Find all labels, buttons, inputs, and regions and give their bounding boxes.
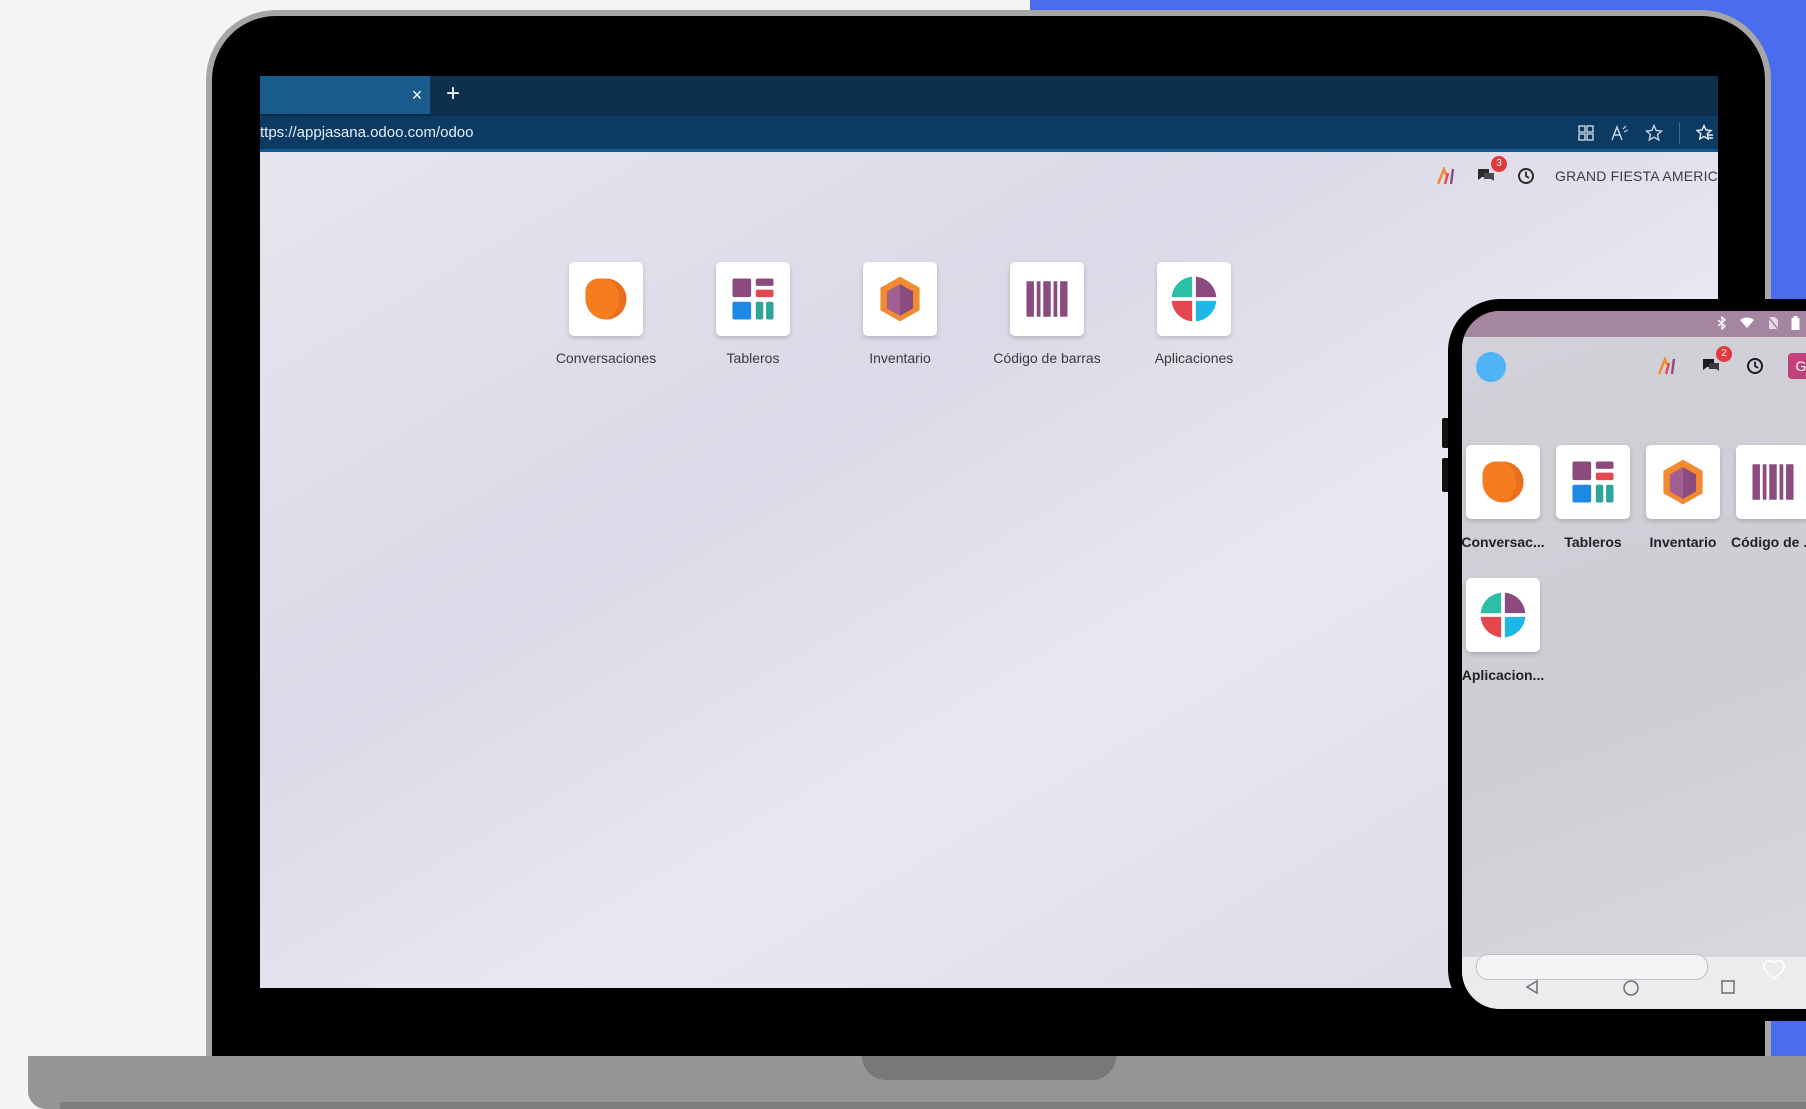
home-icon[interactable] [1622,979,1640,1002]
url-field[interactable]: ttps://appjasana.odoo.com/odoo [260,116,474,149]
clock-icon[interactable] [1744,355,1766,377]
phone-status-bar [1462,311,1806,337]
browser-tab[interactable]: × [260,76,430,114]
divider [1679,121,1680,144]
odoo-systray: 3 GRAND FIESTA AMERIC [1435,156,1718,190]
no-sim-icon [1767,316,1779,333]
address-bar[interactable]: ttps://appjasana.odoo.com/odoo [260,114,1718,152]
avatar[interactable]: G [1788,353,1806,379]
odoo-mobile-home: 2 G Conversac... Tableros Inventario Cód… [1462,337,1806,957]
phone-screen: 2 G Conversac... Tableros Inventario Cód… [1462,311,1806,1009]
conversaciones-icon[interactable] [569,262,643,336]
tableros-icon[interactable] [716,262,790,336]
read-aloud-icon[interactable] [1611,124,1629,142]
heart-icon[interactable] [1762,959,1786,986]
app-inventario[interactable]: Inventario [863,262,937,366]
app-label[interactable]: Conversac... [1462,534,1545,550]
address-bar-actions [1577,116,1718,149]
app-codigo-de-barras[interactable]: Código de barras [993,262,1101,366]
app-conversaciones[interactable]: Conversaciones [556,262,656,366]
favorite-star-icon[interactable] [1645,123,1663,142]
app-tableros[interactable]: Tableros [1555,445,1631,550]
notification-badge: 2 [1716,346,1732,362]
app-grid: Conversaciones Tableros Inventario Códig… [556,262,1234,366]
app-conversaciones[interactable]: Conversac... [1462,445,1545,550]
odoo-mobile-systray: 2 G [1656,346,1806,381]
codigo-barras-icon[interactable] [1010,262,1084,336]
laptop-base-edge [60,1102,1806,1109]
app-grid-icon[interactable] [1577,124,1595,142]
aplicaciones-icon[interactable] [1157,262,1231,336]
status-icons [1717,311,1800,337]
inventario-icon[interactable] [1646,445,1720,519]
favorites-list-icon[interactable] [1696,123,1714,142]
app-label[interactable]: Aplicaciones [1155,350,1234,366]
laptop-notch [862,1056,1116,1080]
aplicaciones-icon[interactable] [1466,578,1540,652]
browser-tab-bar: × + [260,76,1718,114]
clock-icon[interactable] [1515,165,1537,187]
recents-icon[interactable] [1720,979,1736,1000]
conversaciones-icon[interactable] [1466,445,1540,519]
home-menu-icon[interactable] [1476,352,1506,382]
app-label[interactable]: Código de barras [993,350,1100,366]
chat-icon[interactable]: 3 [1475,156,1507,187]
app-inventario[interactable]: Inventario [1645,445,1721,550]
gesture-pill[interactable] [1476,954,1708,980]
app-label[interactable]: Aplicacion... [1462,667,1545,683]
wifi-icon [1739,317,1755,332]
app-codigo-de-barras[interactable]: Código de ... [1731,445,1806,550]
tableros-icon[interactable] [1556,445,1630,519]
app-label[interactable]: Conversaciones [556,350,656,366]
app-label[interactable]: Tableros [727,350,780,366]
app-label[interactable]: Código de ... [1731,534,1806,550]
app-label[interactable]: Inventario [869,350,930,366]
company-switcher[interactable]: GRAND FIESTA AMERIC [1555,168,1718,184]
inventario-icon[interactable] [863,262,937,336]
new-tab-button[interactable]: + [440,76,466,114]
app-tableros[interactable]: Tableros [716,262,790,366]
app-label[interactable]: Inventario [1641,534,1725,550]
ai-logo-icon[interactable] [1656,355,1678,377]
app-aplicaciones[interactable]: Aplicaciones [1155,262,1234,366]
back-icon[interactable] [1524,979,1540,1000]
app-label[interactable]: Tableros [1551,534,1635,550]
battery-icon [1791,315,1800,333]
ai-logo-icon[interactable] [1435,165,1457,187]
bluetooth-icon [1717,314,1727,333]
app-aplicaciones[interactable]: Aplicacion... [1462,578,1544,683]
chat-icon[interactable]: 2 [1700,346,1732,377]
codigo-barras-icon[interactable] [1736,445,1806,519]
notification-badge: 3 [1490,156,1507,172]
android-nav-bar [1462,954,1806,1009]
close-tab-icon[interactable]: × [407,76,427,114]
